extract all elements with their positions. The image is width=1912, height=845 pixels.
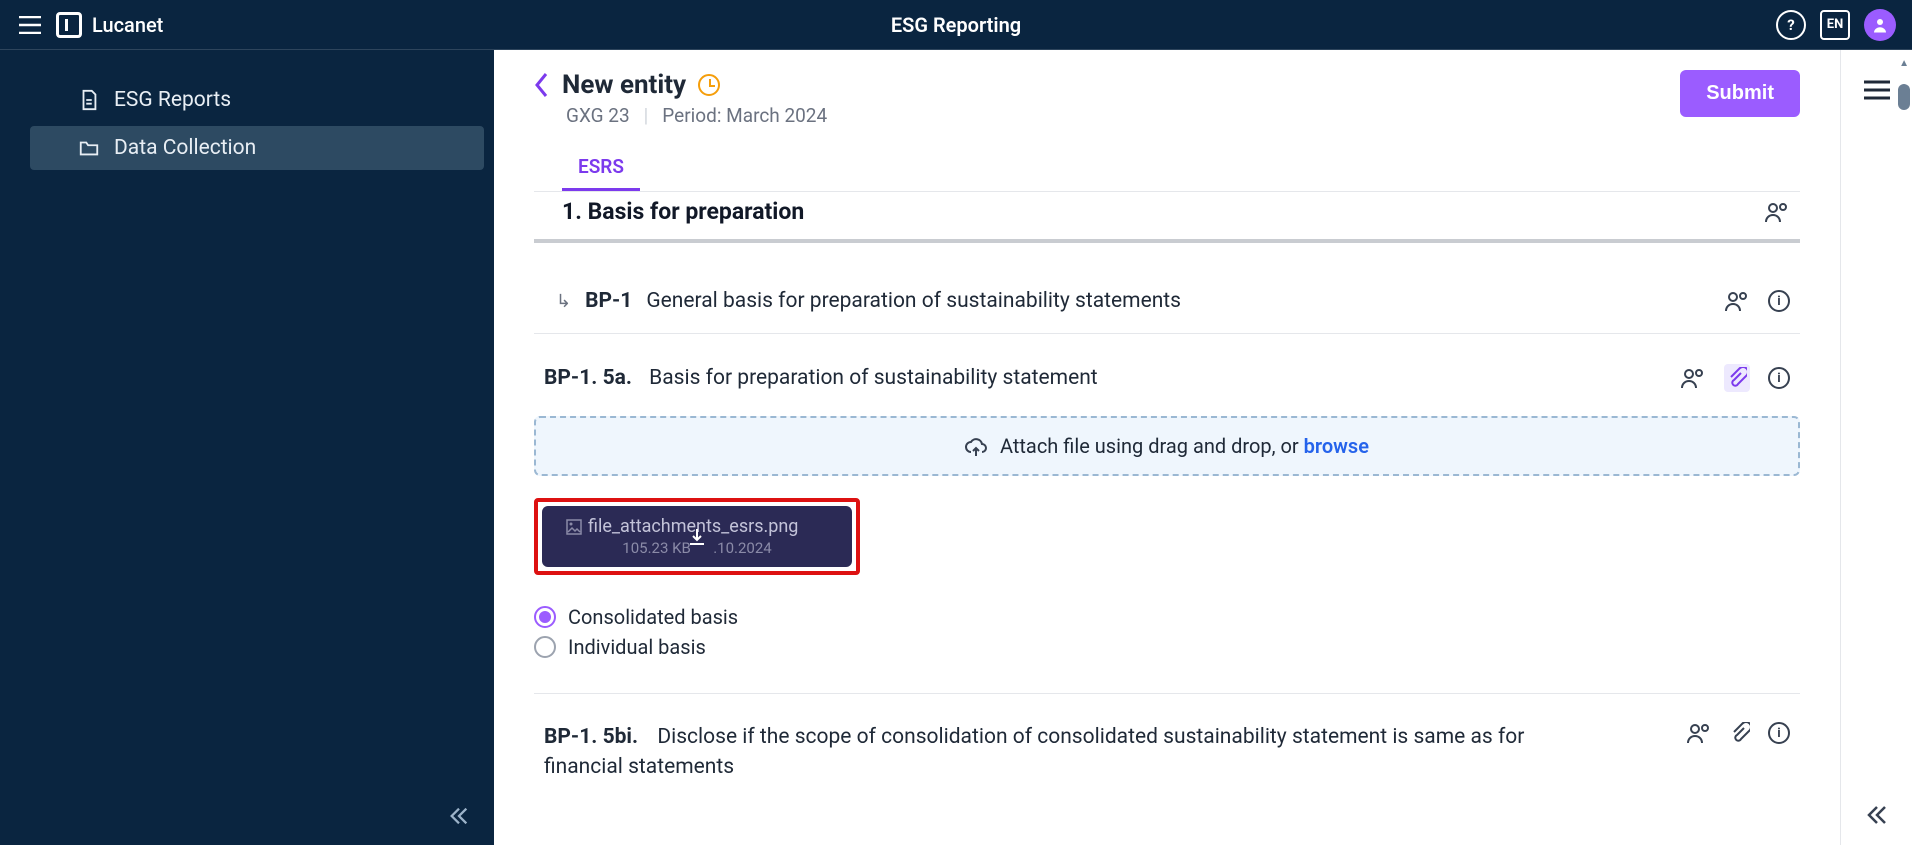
help-button[interactable]: ? <box>1776 10 1806 40</box>
q-text: Basis for preparation of sustainability … <box>649 366 1098 390</box>
radio-button-icon <box>534 636 556 658</box>
page-header: New entity GXG 23 | Period: March 2024 S… <box>534 70 1800 127</box>
q-code: BP-1. 5a. <box>544 366 632 390</box>
submit-button[interactable]: Submit <box>1680 70 1800 117</box>
brand-logo: Lucanet <box>56 12 163 38</box>
bp-title: General basis for preparation of sustain… <box>646 289 1181 313</box>
attach-prompt: Attach file using drag and drop, or <box>1000 434 1304 458</box>
upload-icon <box>965 438 987 458</box>
people-icon[interactable] <box>1764 201 1790 223</box>
rail-collapse-button[interactable] <box>1865 803 1889 827</box>
tab-esrs[interactable]: ESRS <box>562 145 640 191</box>
section-title: 1. Basis for preparation <box>562 198 804 225</box>
content-main: New entity GXG 23 | Period: March 2024 S… <box>494 50 1840 845</box>
info-icon[interactable]: i <box>1768 290 1790 312</box>
user-avatar-button[interactable] <box>1864 9 1896 41</box>
file-chip[interactable]: file_attachments_esrs.png 105.23 KB .10.… <box>542 506 852 567</box>
info-icon[interactable]: i <box>1768 367 1790 389</box>
rail-menu-button[interactable] <box>1864 80 1890 100</box>
section-header: 1. Basis for preparation <box>534 192 1800 243</box>
language-button[interactable]: EN <box>1820 10 1850 40</box>
back-button[interactable] <box>534 72 550 98</box>
tabs: ESRS <box>534 145 1800 192</box>
logo-icon <box>56 12 82 38</box>
page-title: New entity <box>562 70 686 100</box>
file-date: .10.2024 <box>713 539 772 557</box>
question-5bi-row: BP-1. 5bi. Disclose if the scope of cons… <box>534 694 1800 783</box>
scroll-thumb[interactable] <box>1898 84 1910 110</box>
sidebar-collapse-button[interactable] <box>448 805 470 827</box>
sidebar: ESG Reports Data Collection <box>0 50 494 845</box>
download-icon[interactable] <box>687 527 707 547</box>
scroll-up-icon: ▲ <box>1899 58 1909 69</box>
document-icon <box>78 89 100 111</box>
radio-individual[interactable]: Individual basis <box>534 635 1800 659</box>
pending-status-icon <box>698 74 720 96</box>
bp-header-row: ↳ BP-1 General basis for preparation of … <box>534 261 1800 334</box>
topbar-right: ? EN <box>1776 9 1896 41</box>
scrollbar[interactable]: ▲ <box>1896 54 1912 841</box>
period-label: Period: March 2024 <box>662 104 827 127</box>
people-icon[interactable] <box>1724 290 1750 312</box>
chevron-double-left-icon <box>1865 803 1889 827</box>
radio-button-icon <box>534 606 556 628</box>
sidebar-item-esg-reports[interactable]: ESG Reports <box>30 78 484 122</box>
q-text: Disclose if the scope of consolidation o… <box>544 725 1524 779</box>
attachment-icon[interactable] <box>1730 722 1750 744</box>
question-5a-row: BP-1. 5a. Basis for preparation of susta… <box>534 334 1800 402</box>
top-bar: Lucanet ESG Reporting ? EN <box>0 0 1912 50</box>
chevron-double-left-icon <box>448 805 470 827</box>
hamburger-icon <box>19 16 41 34</box>
people-icon[interactable] <box>1686 722 1712 744</box>
sub-arrow-icon: ↳ <box>556 291 571 312</box>
bp-code: BP-1 <box>585 289 632 313</box>
attachment-icon[interactable] <box>1724 364 1750 392</box>
q-code: BP-1. 5bi. <box>544 725 638 749</box>
hamburger-icon <box>1864 80 1890 100</box>
people-icon[interactable] <box>1680 367 1706 389</box>
sidebar-item-data-collection[interactable]: Data Collection <box>30 126 484 170</box>
brand-name: Lucanet <box>92 13 163 37</box>
chevron-left-icon <box>534 72 550 98</box>
sidebar-item-label: Data Collection <box>114 136 256 160</box>
entity-code: GXG 23 <box>566 104 630 127</box>
sidebar-item-label: ESG Reports <box>114 88 231 112</box>
radio-consolidated[interactable]: Consolidated basis <box>534 605 1800 629</box>
folder-icon <box>78 137 100 159</box>
person-icon <box>1871 16 1889 34</box>
radio-label: Consolidated basis <box>568 605 738 629</box>
menu-toggle-button[interactable] <box>16 11 44 39</box>
file-size: 105.23 KB <box>622 539 691 557</box>
app-title: ESG Reporting <box>891 13 1021 37</box>
browse-link[interactable]: browse <box>1304 434 1369 458</box>
image-file-icon <box>566 519 582 535</box>
right-rail: ▲ <box>1840 50 1912 845</box>
content-area: New entity GXG 23 | Period: March 2024 S… <box>494 50 1912 845</box>
radio-label: Individual basis <box>568 635 706 659</box>
divider: | <box>644 104 649 127</box>
file-chip-highlight: file_attachments_esrs.png 105.23 KB .10.… <box>534 498 860 575</box>
file-dropzone[interactable]: Attach file using drag and drop, or brow… <box>534 416 1800 476</box>
info-icon[interactable]: i <box>1768 722 1790 744</box>
radio-group-basis: Consolidated basis Individual basis <box>534 605 1800 659</box>
